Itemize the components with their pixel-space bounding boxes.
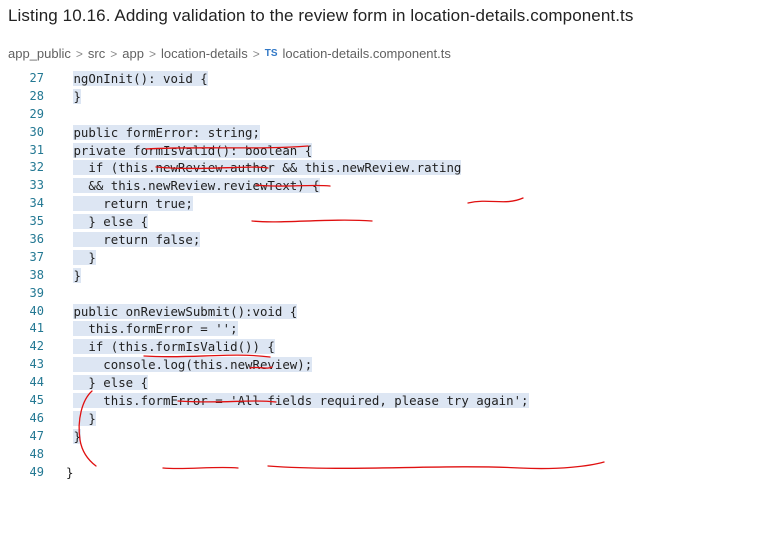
code-text: } else { xyxy=(73,375,149,391)
line-number: 37 xyxy=(29,249,44,264)
line-number: 44 xyxy=(29,375,44,390)
line-number: 41 xyxy=(29,321,44,336)
line-number: 45 xyxy=(29,393,44,408)
line-number: 29 xyxy=(29,106,44,121)
code-line: this.formError = 'All fields required, p… xyxy=(66,392,608,410)
code-line: return false; xyxy=(66,231,608,249)
breadcrumb-item-app[interactable]: app xyxy=(122,46,144,61)
code-line: public onReviewSubmit():void { xyxy=(66,303,608,321)
code-text: if (this.formIsValid()) { xyxy=(73,339,275,355)
code-text: ngOnInit(): void { xyxy=(73,71,208,86)
breadcrumb-separator: > xyxy=(148,46,156,61)
breadcrumb-item-file[interactable]: location-details.component.ts xyxy=(283,46,451,61)
code-line: && this.newReview.reviewText) { xyxy=(66,177,608,195)
breadcrumb-separator: > xyxy=(252,46,260,61)
code-text: } xyxy=(73,428,81,444)
code-line: if (this.formIsValid()) { xyxy=(66,338,608,356)
code-line: } xyxy=(66,464,608,482)
code-line: private formIsValid(): boolean { xyxy=(66,142,608,160)
code-line: if (this.newReview.author && this.newRev… xyxy=(66,159,608,177)
code-text: private formIsValid(): boolean { xyxy=(73,142,313,158)
breadcrumb-separator: > xyxy=(75,46,83,61)
code-text: && this.newReview.reviewText) { xyxy=(73,178,320,194)
code-line: } xyxy=(66,88,608,106)
code-line: } else { xyxy=(66,213,608,231)
line-number: 43 xyxy=(29,357,44,372)
code-text: this.formError = 'All fields required, p… xyxy=(73,393,529,409)
line-number: 42 xyxy=(29,339,44,354)
line-number: 35 xyxy=(29,214,44,229)
code-line: } xyxy=(66,267,608,285)
line-number: 38 xyxy=(29,267,44,282)
line-number: 48 xyxy=(29,446,44,461)
listing-caption: Listing 10.16. Adding validation to the … xyxy=(8,6,634,25)
code-text: if (this.newReview.author && this.newRev… xyxy=(73,160,462,176)
code-line: } else { xyxy=(66,374,608,392)
code-line: } xyxy=(66,410,608,428)
line-number: 33 xyxy=(29,178,44,193)
code-line: console.log(this.newReview); xyxy=(66,356,608,374)
line-number: 27 xyxy=(29,71,44,85)
breadcrumb-item-app-public[interactable]: app_public xyxy=(8,46,71,61)
line-number: 39 xyxy=(29,285,44,300)
code-text: console.log(this.newReview); xyxy=(73,357,313,373)
code-line: } xyxy=(66,428,608,446)
line-number: 49 xyxy=(29,464,44,479)
code-lines[interactable]: ngOnInit(): void { } public formError: s… xyxy=(66,70,608,481)
line-number: 46 xyxy=(29,410,44,425)
line-number: 47 xyxy=(29,428,44,443)
code-text: } else { xyxy=(73,214,149,230)
line-number: 36 xyxy=(29,232,44,247)
line-number: 34 xyxy=(29,196,44,211)
code-text: } xyxy=(73,88,81,104)
code-line: return true; xyxy=(66,195,608,213)
code-line: } xyxy=(66,249,608,267)
breadcrumb-item-src[interactable]: src xyxy=(88,46,105,61)
code-editor[interactable]: 27 28 29 30 31 32 33 34 35 36 37 38 39 4… xyxy=(8,70,608,548)
line-number: 40 xyxy=(29,303,44,318)
breadcrumb-item-location-details[interactable]: location-details xyxy=(161,46,248,61)
breadcrumb-separator: > xyxy=(110,46,118,61)
code-text: public onReviewSubmit():void { xyxy=(73,303,298,319)
line-number-gutter: 27 28 29 30 31 32 33 34 35 36 37 38 39 4… xyxy=(8,70,52,481)
code-line: ngOnInit(): void { xyxy=(66,70,608,88)
code-text: } xyxy=(73,410,96,426)
code-text: } xyxy=(66,464,74,480)
code-text: } xyxy=(73,249,96,265)
line-number: 32 xyxy=(29,160,44,175)
line-number: 28 xyxy=(29,88,44,103)
code-text: public formError: string; xyxy=(73,124,260,140)
code-line: this.formError = ''; xyxy=(66,320,608,338)
code-line: public formError: string; xyxy=(66,124,608,142)
breadcrumb: app_public > src > app > location-detail… xyxy=(8,46,451,61)
code-text: return false; xyxy=(73,232,201,248)
code-text: this.formError = ''; xyxy=(73,321,238,337)
typescript-file-icon: TS xyxy=(264,48,278,59)
line-number: 31 xyxy=(29,142,44,157)
line-number: 30 xyxy=(29,124,44,139)
code-text: return true; xyxy=(73,196,193,212)
code-text: } xyxy=(73,267,81,283)
